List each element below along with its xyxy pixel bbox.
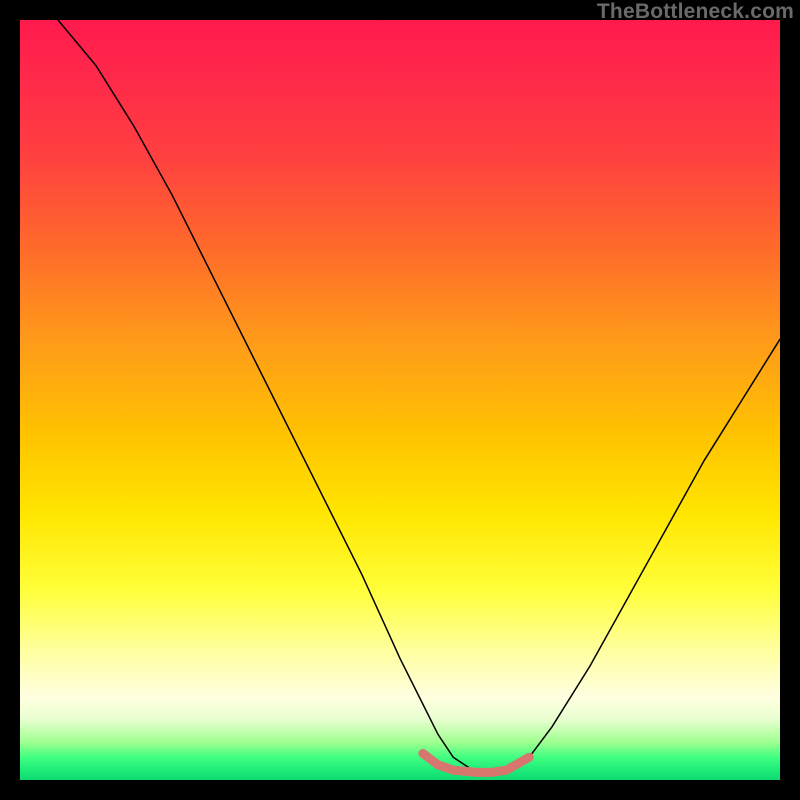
optimal-band: [423, 753, 529, 772]
bottleneck-curve: [58, 20, 780, 772]
chart-frame: TheBottleneck.com: [0, 0, 800, 800]
plot-area: [20, 20, 780, 780]
curve-layer: [20, 20, 780, 780]
